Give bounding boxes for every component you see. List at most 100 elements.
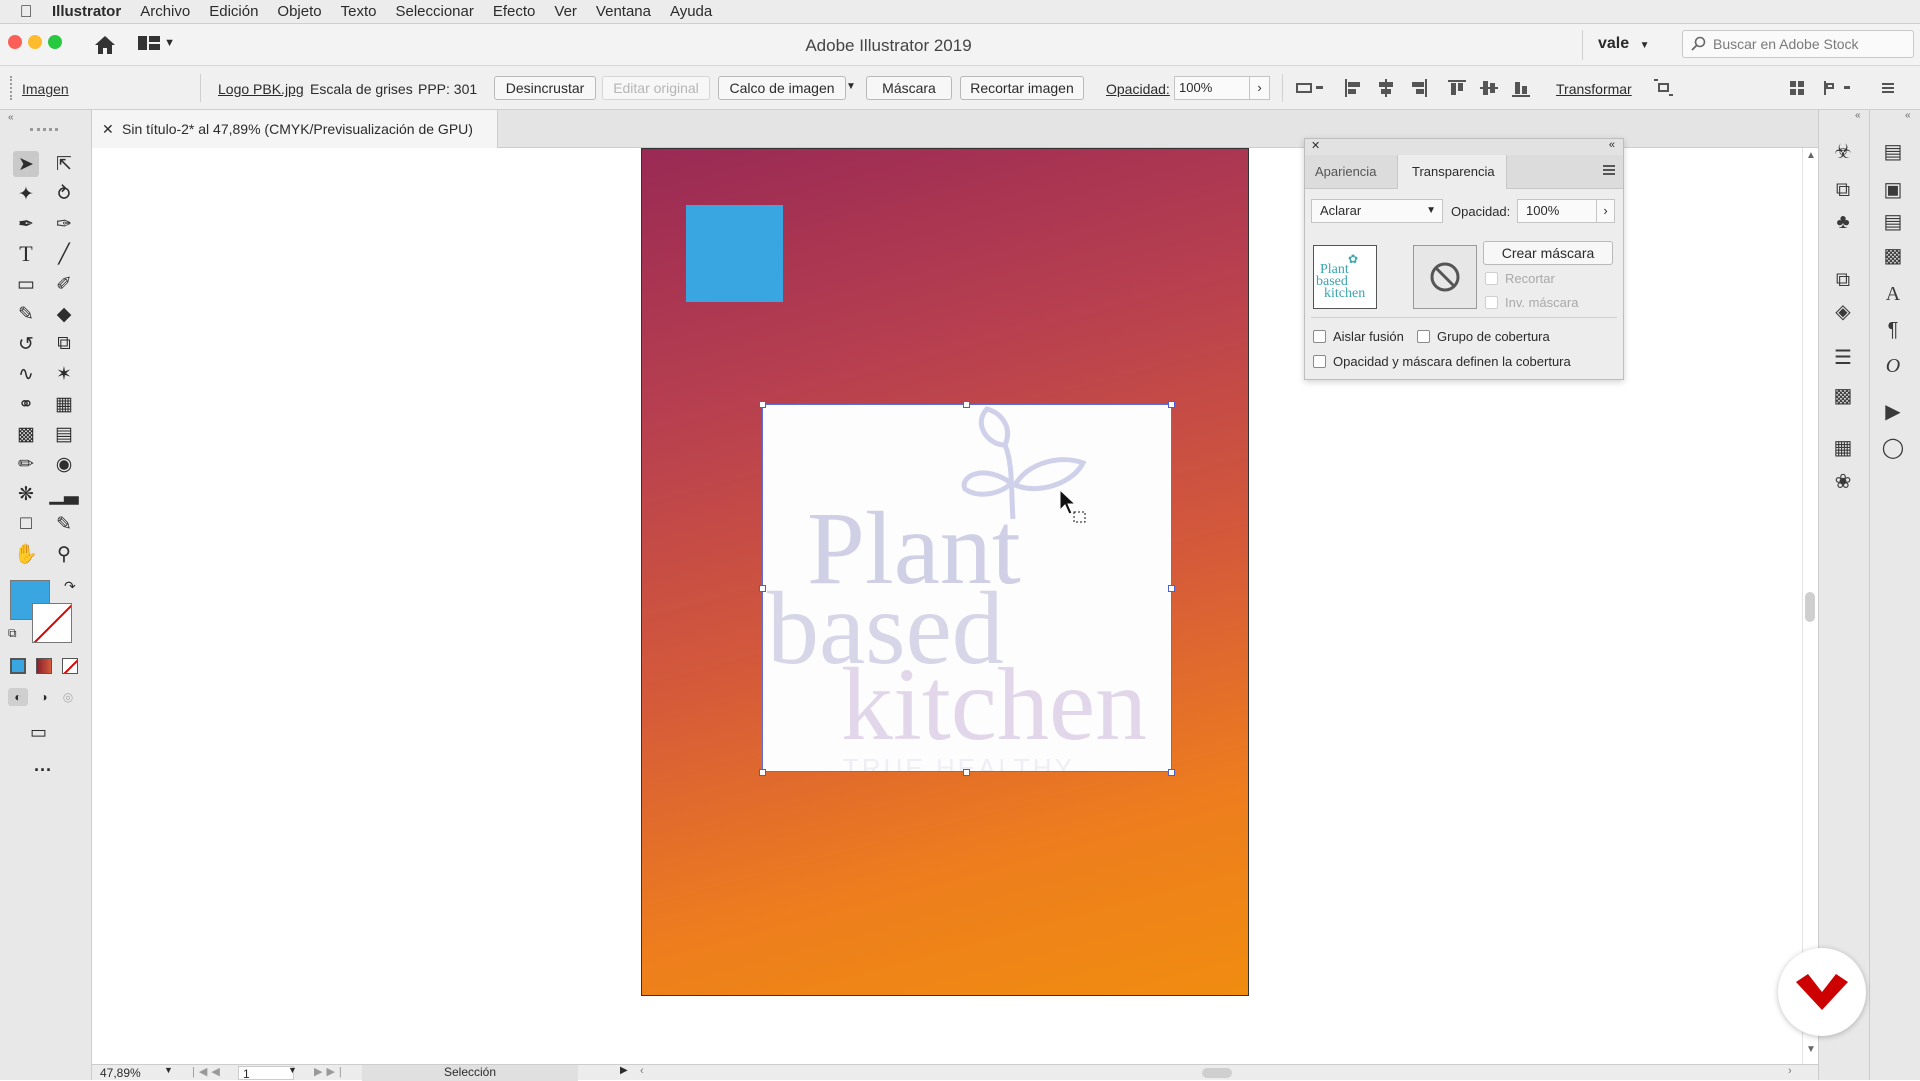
isolate-selection-icon[interactable]	[1654, 79, 1674, 97]
direct-selection-tool-icon[interactable]: ⇱	[51, 151, 77, 177]
scroll-right-icon[interactable]: ›	[1788, 1065, 1792, 1077]
swatches-panel-icon[interactable]: ▦	[1831, 436, 1855, 460]
collapse-icon[interactable]: «	[8, 112, 14, 123]
type-tool-icon[interactable]: T	[13, 241, 39, 267]
lasso-tool-icon[interactable]: ⥁	[51, 181, 77, 207]
artboards-panel-icon[interactable]: ⧉	[1831, 178, 1855, 202]
panel-opacity-input[interactable]: 100% ›	[1517, 199, 1615, 223]
pathfinder-panel-icon[interactable]: ⧉	[1831, 268, 1855, 292]
mask-button[interactable]: Máscara	[866, 76, 952, 100]
symbols-panel-icon[interactable]: ♣	[1831, 210, 1855, 234]
hand-tool-icon[interactable]: ✋	[13, 541, 39, 567]
blend-mode-select[interactable]: Aclarar ▼	[1311, 199, 1443, 223]
rectangle-tool-icon[interactable]: ▭	[13, 271, 39, 297]
opacity-input[interactable]: 100% ›	[1174, 76, 1270, 100]
align-horizontal-center-icon[interactable]	[1376, 79, 1396, 97]
default-fill-stroke-icon[interactable]: ⧉	[8, 626, 17, 641]
rotate-tool-icon[interactable]: ↺	[13, 331, 39, 357]
linked-file-link[interactable]: Logo PBK.jpg	[218, 81, 304, 97]
status-menu-icon[interactable]: ▶	[620, 1065, 628, 1076]
placed-logo-image[interactable]: Plant based kitchen TRUE HEALTHY SIMPLE	[762, 404, 1172, 772]
chevron-right-icon[interactable]: ›	[1249, 77, 1269, 99]
slice-tool-icon[interactable]: ✎	[51, 511, 77, 537]
object-thumbnail[interactable]: Plant based kitchen ✿	[1313, 245, 1377, 309]
artboard-number-input[interactable]: 1	[238, 1066, 294, 1081]
stroke-panel-icon[interactable]: ☰	[1831, 346, 1855, 370]
opacity-label[interactable]: Opacidad:	[1106, 81, 1170, 97]
eyedropper-tool-icon[interactable]: ✏	[13, 451, 39, 477]
draw-inside-icon[interactable]: ◎	[58, 688, 78, 706]
libraries-panel-icon[interactable]: ▤	[1881, 140, 1905, 164]
vertical-scrollbar[interactable]: ▲ ▼	[1802, 148, 1818, 1064]
screen-mode-icon[interactable]: ▭	[30, 722, 47, 743]
width-tool-icon[interactable]: ∿	[13, 361, 39, 387]
shaper-tool-icon[interactable]: ✎	[13, 301, 39, 327]
menu-objeto[interactable]: Objeto	[277, 3, 321, 20]
layers-panel-icon[interactable]: ◈	[1831, 300, 1855, 324]
collapse-icon[interactable]: «	[1855, 110, 1861, 121]
resize-handle[interactable]	[1168, 585, 1175, 592]
creative-cloud-icon[interactable]: ◯	[1881, 436, 1905, 460]
character-panel-icon[interactable]: A	[1881, 282, 1905, 306]
user-menu[interactable]: vale ▼	[1598, 35, 1650, 53]
align-bottom-icon[interactable]	[1512, 79, 1532, 97]
perspective-grid-tool-icon[interactable]: ▦	[51, 391, 77, 417]
invert-mask-checkbox[interactable]	[1485, 296, 1498, 309]
chevron-down-icon[interactable]: ▼	[288, 1065, 297, 1075]
tab-transparency[interactable]: Transparencia	[1397, 155, 1507, 189]
menu-ventana[interactable]: Ventana	[596, 3, 651, 20]
first-prev-artboard-icon[interactable]: |◀◀	[192, 1065, 224, 1078]
crop-image-button[interactable]: Recortar imagen	[960, 76, 1084, 100]
resize-handle[interactable]	[759, 401, 766, 408]
draw-behind-icon[interactable]: ◑	[34, 688, 54, 706]
panel-header[interactable]: ✕ «	[1305, 139, 1623, 155]
more-tools-icon[interactable]: ···	[34, 760, 52, 781]
gradient-tool-icon[interactable]: ▤	[51, 421, 77, 447]
paintbrush-tool-icon[interactable]: ✐	[51, 271, 77, 297]
clip-checkbox[interactable]	[1485, 272, 1498, 285]
puppet-warp-panel-icon[interactable]: ☣	[1831, 140, 1855, 164]
resize-handle[interactable]	[1168, 401, 1175, 408]
paragraph-panel-icon[interactable]: ¶	[1881, 318, 1905, 342]
gradient-mode-icon[interactable]	[36, 658, 52, 674]
scale-tool-icon[interactable]: ⧉	[51, 331, 77, 357]
panel-menu-icon[interactable]	[1603, 165, 1615, 177]
menu-archivo[interactable]: Archivo	[140, 3, 190, 20]
blend-tool-icon[interactable]: ◉	[51, 451, 77, 477]
image-trace-button[interactable]: Calco de imagen	[718, 76, 846, 100]
eraser-tool-icon[interactable]: ◆	[51, 301, 77, 327]
menu-seleccionar[interactable]: Seleccionar	[395, 3, 473, 20]
current-tool-status[interactable]: Selección	[362, 1065, 578, 1081]
color-guide-panel-icon[interactable]: ❀	[1831, 470, 1855, 494]
stock-search-input[interactable]: Buscar en Adobe Stock	[1682, 30, 1914, 58]
align-top-icon[interactable]	[1448, 79, 1468, 97]
opacity-mask-knockout-checkbox[interactable]	[1313, 355, 1326, 368]
swap-fill-stroke-icon[interactable]: ↷	[64, 578, 76, 595]
chevron-down-icon[interactable]: ▼	[164, 1065, 173, 1075]
zoom-select[interactable]: 47,89%	[100, 1066, 170, 1080]
edit-original-button[interactable]: Editar original	[602, 76, 710, 100]
scroll-up-icon[interactable]: ▲	[1806, 150, 1816, 161]
next-last-artboard-icon[interactable]: ▶▶|	[314, 1065, 346, 1078]
mesh-tool-icon[interactable]: ▩	[13, 421, 39, 447]
menu-ver[interactable]: Ver	[554, 3, 577, 20]
resize-handle[interactable]	[759, 769, 766, 776]
column-graph-tool-icon[interactable]: ▁▃	[49, 481, 78, 507]
collapse-icon[interactable]: «	[1905, 110, 1911, 121]
blue-square-shape[interactable]	[686, 205, 783, 302]
recolor-artwork-icon[interactable]	[1822, 79, 1852, 97]
gradient-panel-icon[interactable]: ▩	[1831, 384, 1855, 408]
resize-handle[interactable]	[1168, 769, 1175, 776]
zoom-tool-icon[interactable]: ⚲	[51, 541, 77, 567]
draw-normal-icon[interactable]: ◐	[8, 688, 28, 706]
actions-panel-icon[interactable]: ▶	[1881, 400, 1905, 424]
opentype-panel-icon[interactable]: O	[1881, 354, 1905, 378]
resize-handle[interactable]	[963, 769, 970, 776]
chevron-right-icon[interactable]: ›	[1596, 200, 1614, 222]
align-to-selection-icon[interactable]	[1296, 79, 1324, 97]
scroll-down-icon[interactable]: ▼	[1806, 1044, 1816, 1055]
menu-ayuda[interactable]: Ayuda	[670, 3, 712, 20]
scroll-thumb[interactable]	[1805, 592, 1815, 622]
stroke-color-swatch[interactable]	[32, 603, 72, 643]
line-segment-tool-icon[interactable]: ╱	[51, 241, 77, 267]
